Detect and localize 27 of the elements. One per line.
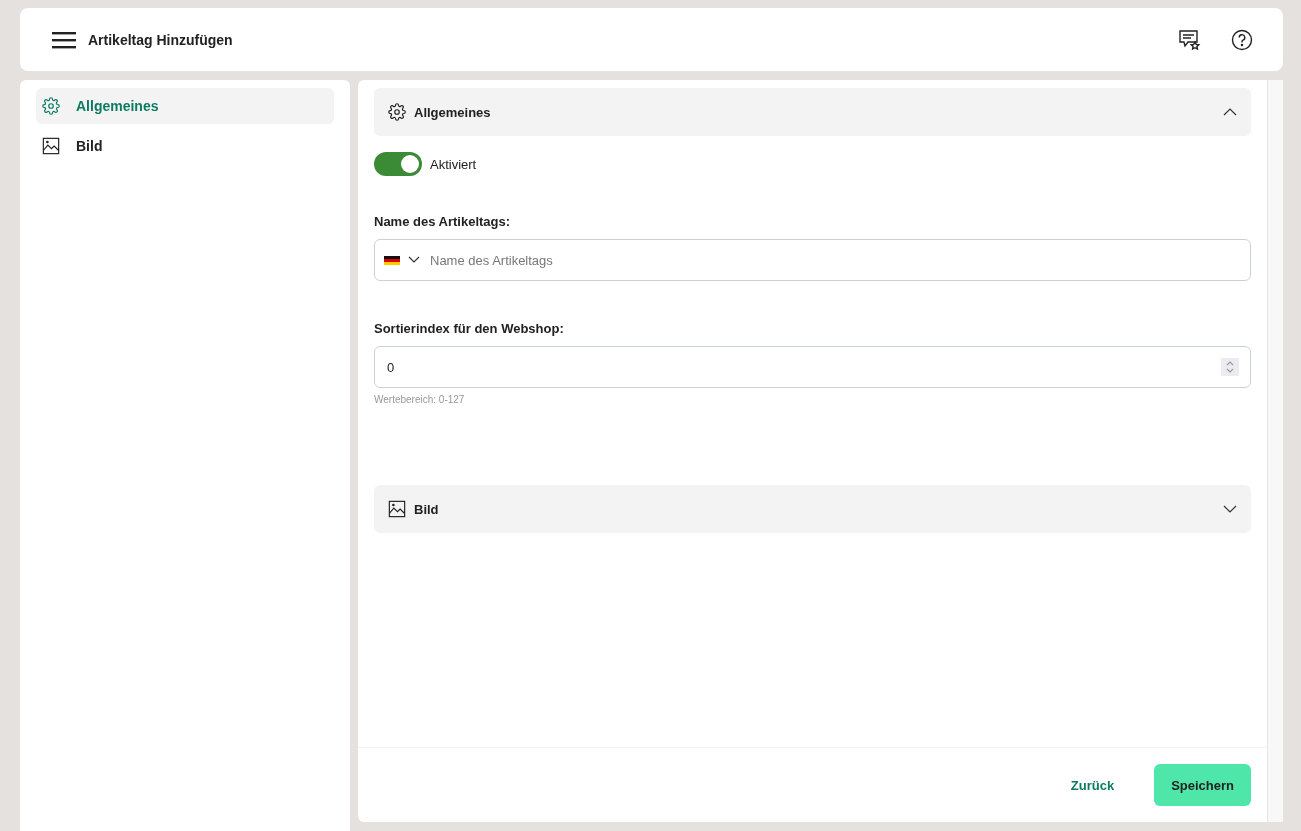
field-hint: Wertebereich: 0-127 [374,394,466,405]
image-icon [42,137,60,155]
image-icon [388,500,406,518]
section-header[interactable]: Allgemeines [374,88,1251,136]
gear-icon [388,103,406,121]
toggle-label: Aktiviert [430,156,477,172]
help-icon[interactable] [1231,28,1253,51]
field-label: Sortierindex für den Webshop: [374,321,565,336]
number-input-field[interactable]: 0 [374,346,1251,388]
sidebar-item[interactable]: Bild [36,128,334,164]
toggle-switch[interactable] [374,152,422,176]
chevron-down-icon [408,256,420,264]
page-title: Artikeltag Hinzufügen [88,31,234,48]
section-header[interactable]: Bild [374,485,1251,533]
field-label: Name des Artikeltags: [374,214,512,229]
spinner-icon [1221,358,1239,376]
save-button[interactable]: Speichern [1154,764,1251,806]
back-button[interactable]: Zurück [1064,776,1121,794]
gear-icon [42,97,60,115]
feedback-icon[interactable] [1179,29,1201,50]
sidebar-item[interactable]: Allgemeines [36,88,334,124]
name-input-field[interactable]: Name des Artikeltags [374,239,1251,281]
scrollbar-track[interactable] [1267,80,1283,822]
chevron-down-icon [1223,505,1237,513]
german-flag-icon [384,255,400,265]
menu-icon[interactable] [52,30,76,49]
chevron-up-icon [1223,108,1237,116]
